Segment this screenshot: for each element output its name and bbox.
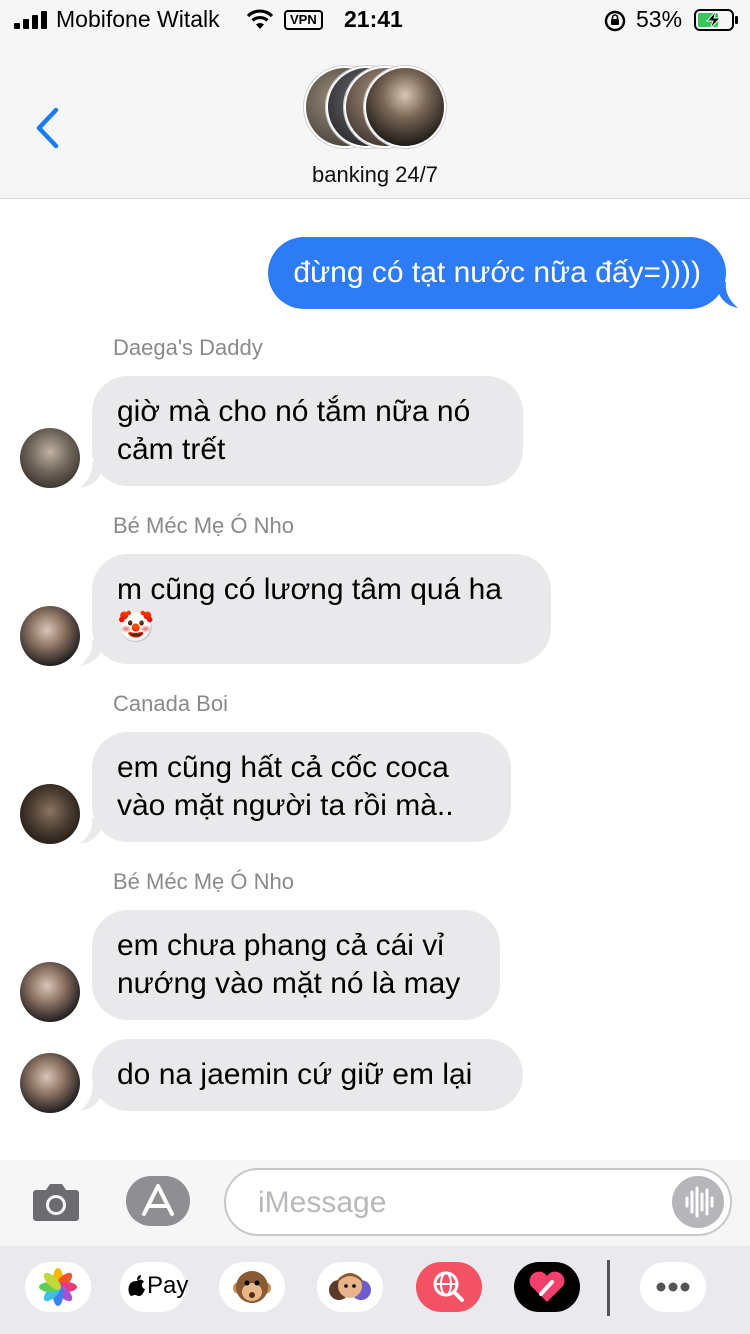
conversation-header: banking 24/7 [0, 40, 750, 199]
sender-name: Canada Boi [113, 691, 228, 716]
wifi-icon [246, 9, 274, 29]
clock: 21:41 [344, 6, 403, 32]
message-line: m cũng có lương tâm quá ha [117, 573, 502, 606]
message-line: cảm trết [117, 433, 226, 466]
message-line: em chưa phang cả cái vỉ [117, 929, 444, 962]
avatar[interactable] [20, 962, 80, 1022]
digital-touch-icon[interactable] [514, 1262, 580, 1312]
apple-pay-icon[interactable]: Pay [120, 1262, 189, 1312]
app-drawer: Pay [0, 1246, 750, 1334]
message-line: nướng vào mặt nó là may [117, 967, 461, 1000]
vpn-badge: VPN [284, 10, 323, 30]
apple-pay-label: Pay [147, 1272, 189, 1299]
sender-name: Daega's Daddy [113, 335, 263, 360]
web-search-icon[interactable] [416, 1262, 482, 1312]
status-bar: Mobifone Witalk VPN 21:41 53% [0, 0, 750, 40]
outgoing-message-bubble[interactable]: đừng có tạt nước nữa đấy=)))) [268, 237, 726, 309]
incoming-message-bubble[interactable]: em chưa phang cả cái vỉ nướng vào mặt nó… [92, 910, 500, 1020]
camera-icon[interactable] [32, 1182, 80, 1222]
message-line: do na jaemin cứ giữ em lại [117, 1058, 473, 1091]
message-input-placeholder: iMessage [258, 1186, 387, 1219]
message-input[interactable]: iMessage [224, 1168, 732, 1236]
message-line: vào mặt người ta rồi mà.. [117, 789, 454, 822]
more-icon[interactable] [640, 1262, 706, 1312]
signal-icon [14, 11, 47, 29]
incoming-message-bubble[interactable]: giờ mà cho nó tắm nữa nó cảm trết [92, 376, 523, 486]
sender-name: Bé Méc Mẹ Ó Nho [113, 513, 294, 538]
incoming-message-bubble[interactable]: do na jaemin cứ giữ em lại [92, 1039, 523, 1111]
app-drawer-divider [607, 1260, 610, 1316]
group-name[interactable]: banking 24/7 [0, 162, 750, 188]
battery-charging-icon [694, 9, 738, 31]
compose-bar: iMessage [0, 1160, 750, 1246]
avatar[interactable] [20, 606, 80, 666]
bubble-tail [716, 282, 738, 308]
avatar [364, 66, 446, 148]
message-line: giờ mà cho nó tắm nữa nó [117, 395, 471, 428]
message-text: đừng có tạt nước nữa đấy=)))) [293, 256, 701, 289]
memoji-icon[interactable] [317, 1262, 383, 1312]
audio-waveform-icon[interactable] [672, 1176, 724, 1228]
carrier-name: Mobifone Witalk [56, 6, 220, 32]
app-store-icon[interactable] [126, 1176, 190, 1226]
message-line: em cũng hất cả cốc coca [117, 751, 449, 784]
sender-name: Bé Méc Mẹ Ó Nho [113, 869, 294, 894]
chevron-left-icon[interactable] [34, 106, 60, 150]
clown-face-emoji: 🤡 [117, 611, 155, 644]
battery-percent: 53% [636, 6, 683, 32]
group-avatar-stack[interactable] [304, 66, 448, 148]
monkey-animoji-icon[interactable] [219, 1262, 285, 1312]
avatar[interactable] [20, 784, 80, 844]
rotation-lock-icon [604, 10, 626, 32]
incoming-message-bubble[interactable]: em cũng hất cả cốc coca vào mặt người ta… [92, 732, 511, 842]
avatar[interactable] [20, 428, 80, 488]
photos-icon[interactable] [25, 1262, 91, 1312]
incoming-message-bubble[interactable]: m cũng có lương tâm quá ha 🤡 [92, 554, 551, 664]
avatar[interactable] [20, 1053, 80, 1113]
